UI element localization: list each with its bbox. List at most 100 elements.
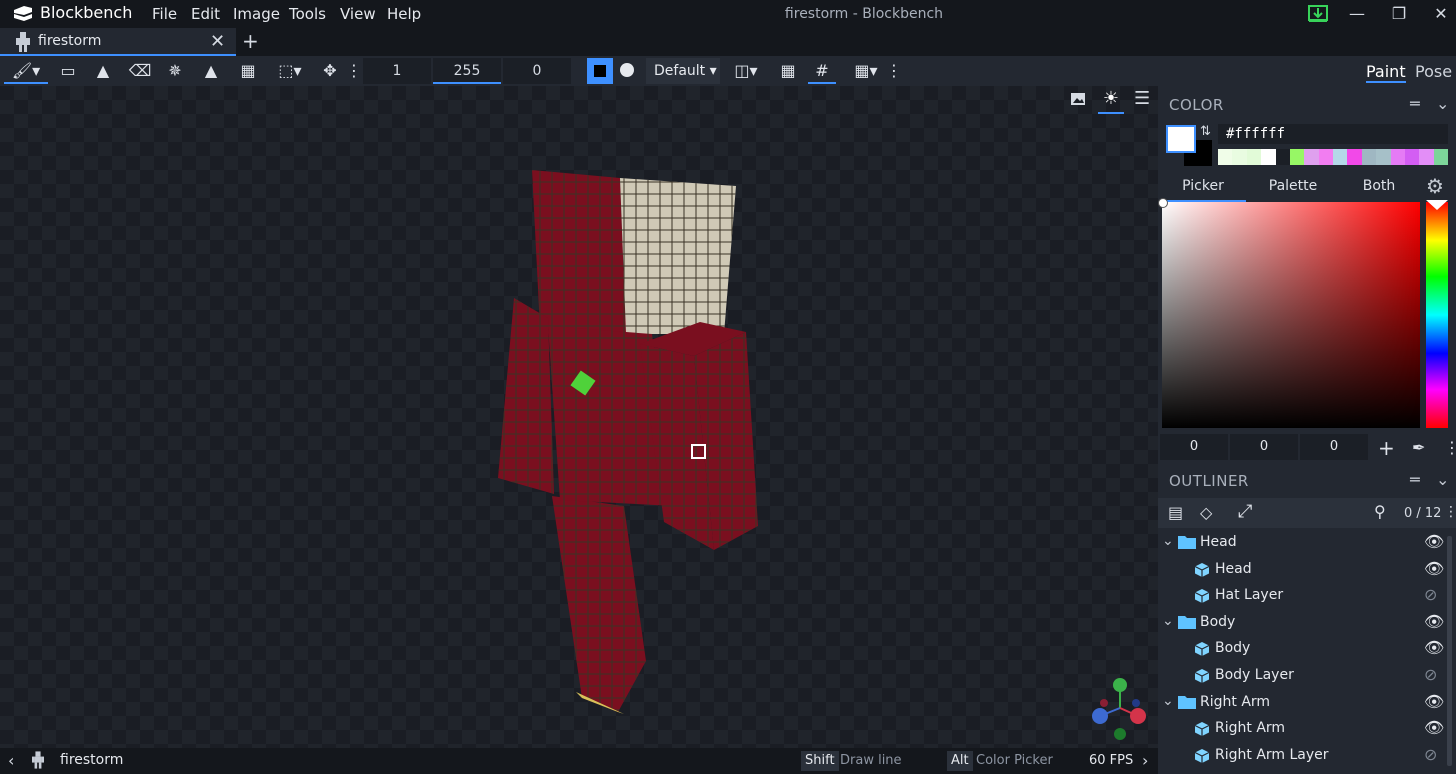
brush-softness-input[interactable]: 0	[503, 58, 571, 84]
outliner-scrollbar[interactable]	[1447, 536, 1452, 766]
eye-off-icon[interactable]: ⊘	[1424, 665, 1437, 684]
eye-off-icon[interactable]: ⊘	[1424, 585, 1437, 604]
palette-swatch[interactable]	[1390, 149, 1405, 165]
palette-swatch[interactable]	[1275, 149, 1290, 165]
eye-icon[interactable]: 👁	[1424, 612, 1444, 631]
hue-slider[interactable]	[1426, 200, 1448, 428]
eye-icon[interactable]: 👁	[1424, 638, 1444, 657]
palette-swatch[interactable]	[1361, 149, 1377, 165]
rgb-g-input[interactable]: 0	[1230, 434, 1298, 460]
palette-swatch[interactable]	[1232, 149, 1247, 165]
pixel-grid-icon[interactable]: #	[808, 58, 836, 84]
gear-icon[interactable]: ⚙	[1426, 174, 1444, 198]
chevron-right-icon[interactable]: ›	[1142, 751, 1148, 770]
layout-grid-icon[interactable]: ▦▾	[846, 58, 886, 84]
palette-swatch[interactable]	[1419, 149, 1434, 165]
palette-swatch[interactable]	[1376, 149, 1391, 165]
palette-swatch[interactable]	[1333, 149, 1348, 165]
mirror-painting-icon[interactable]: ◫▾	[726, 58, 766, 84]
outliner-cube[interactable]: Body 👁	[1158, 637, 1456, 663]
palette-swatch[interactable]	[1218, 149, 1233, 165]
outliner-cube[interactable]: Head 👁	[1158, 558, 1456, 584]
outliner-cube[interactable]: Body Layer ⊘	[1158, 664, 1456, 690]
brush-shape-circle-button[interactable]	[620, 63, 634, 77]
palette-swatch[interactable]	[1261, 149, 1276, 165]
collapse-chevron-icon[interactable]: ⌄	[1436, 94, 1449, 113]
expand-chevron-icon[interactable]: ⌄	[1162, 693, 1174, 709]
move-tool-icon[interactable]: ✥	[316, 58, 344, 84]
selection-tool-icon[interactable]: ⬚▾	[270, 58, 310, 84]
palette-swatch[interactable]	[1347, 149, 1362, 165]
gradient-tool-icon[interactable]: ▦	[234, 58, 262, 84]
outliner-group[interactable]: ⌄ Head 👁	[1158, 531, 1456, 557]
tab-both[interactable]: Both	[1336, 178, 1422, 200]
outliner-group[interactable]: ⌄ Right Arm 👁	[1158, 691, 1456, 717]
install-update-icon[interactable]	[1306, 4, 1330, 24]
outliner-cube[interactable]: Hat Layer ⊘	[1158, 584, 1456, 610]
new-tab-icon[interactable]: +	[242, 29, 259, 53]
picker-handle[interactable]	[1158, 198, 1168, 208]
palette-swatch[interactable]	[1289, 149, 1305, 165]
image-toggle-icon[interactable]	[1070, 91, 1086, 107]
mode-pose[interactable]: Pose	[1415, 62, 1452, 81]
eye-icon[interactable]: 👁	[1424, 718, 1444, 737]
eraser-tool-icon[interactable]: ⌫	[126, 58, 154, 84]
outliner-menu-icon[interactable]: ═	[1410, 470, 1420, 489]
eye-icon[interactable]: 👁	[1424, 692, 1444, 711]
outliner-cube[interactable]: Right Arm 👁	[1158, 717, 1456, 743]
palette-swatch[interactable]	[1304, 149, 1319, 165]
toolbar-overflow-icon[interactable]: ⋮	[346, 58, 362, 84]
eyedropper-icon[interactable]: ✒	[1412, 438, 1425, 457]
brush-tool-icon[interactable]: 🖌▾	[4, 58, 48, 84]
palette-swatch[interactable]	[1433, 149, 1448, 165]
expand-chevron-icon[interactable]: ⌄	[1162, 613, 1174, 629]
palette-swatch[interactable]	[1404, 149, 1420, 165]
outliner-collapse-icon[interactable]: ⌄	[1436, 470, 1449, 489]
outliner-cube[interactable]: Right Arm Layer ⊘	[1158, 744, 1456, 770]
toolbar-overflow-2-icon[interactable]: ⋮	[886, 58, 902, 84]
rgb-r-input[interactable]: 0	[1160, 434, 1228, 460]
color-picker-tool-icon[interactable]: ✵	[161, 58, 189, 84]
viewport-menu-icon[interactable]: ☰	[1134, 88, 1150, 109]
close-tab-icon[interactable]: ✕	[210, 31, 225, 52]
shape-tool-icon[interactable]: ▲	[197, 58, 225, 84]
brush-opacity-input[interactable]: 255	[433, 58, 501, 84]
eye-icon[interactable]: 👁	[1424, 532, 1444, 551]
rgb-b-input[interactable]: 0	[1300, 434, 1368, 460]
eye-icon[interactable]: 👁	[1424, 559, 1444, 578]
saturation-value-picker[interactable]	[1158, 198, 1420, 428]
brush-shape-square-button[interactable]	[587, 58, 613, 84]
palette-swatch[interactable]	[1246, 149, 1262, 165]
tab-picker[interactable]: Picker	[1160, 178, 1246, 202]
hue-handle[interactable]	[1426, 200, 1448, 210]
close-window-icon[interactable]: ✕	[1428, 4, 1454, 24]
main-color-swatch[interactable]	[1166, 125, 1196, 153]
hex-color-input[interactable]: #ffffff	[1218, 124, 1448, 144]
lighting-icon[interactable]: ☀	[1098, 88, 1124, 114]
toggle-visibility-icon[interactable]: ◇	[1200, 503, 1212, 522]
fill-tool-icon[interactable]: ▲	[89, 58, 117, 84]
expand-chevron-icon[interactable]: ⌄	[1162, 533, 1174, 549]
palette-swatch[interactable]	[1318, 149, 1333, 165]
mode-paint[interactable]: Paint	[1366, 62, 1406, 83]
lock-alpha-icon[interactable]: ▦	[774, 58, 802, 84]
outliner-group[interactable]: ⌄ Body 👁	[1158, 611, 1456, 637]
search-icon[interactable]: ⚲	[1374, 502, 1386, 521]
chevron-left-icon[interactable]: ‹	[8, 751, 14, 770]
add-group-icon[interactable]: ▤	[1168, 503, 1183, 522]
brush-mode-select[interactable]: Default ▾	[646, 58, 720, 84]
eye-off-icon[interactable]: ⊘	[1424, 745, 1437, 764]
3d-viewport[interactable]	[0, 86, 1158, 748]
minimize-icon[interactable]: —	[1344, 4, 1370, 24]
tab-palette[interactable]: Palette	[1250, 178, 1336, 200]
tab-firestorm[interactable]	[0, 28, 236, 56]
add-to-palette-icon[interactable]: +	[1378, 436, 1395, 460]
axis-gizmo-icon[interactable]	[1088, 676, 1148, 740]
stamp-tool-icon[interactable]: ▭	[54, 58, 82, 84]
color-more-icon[interactable]: ⋮	[1444, 438, 1456, 457]
maximize-icon[interactable]: ❐	[1386, 4, 1412, 24]
swap-colors-icon[interactable]: ⇅	[1200, 124, 1211, 139]
outliner-more-icon[interactable]: ⋮	[1444, 504, 1456, 520]
brush-size-input[interactable]: 1	[363, 58, 431, 84]
expand-all-icon[interactable]: ⤢	[1238, 501, 1252, 522]
